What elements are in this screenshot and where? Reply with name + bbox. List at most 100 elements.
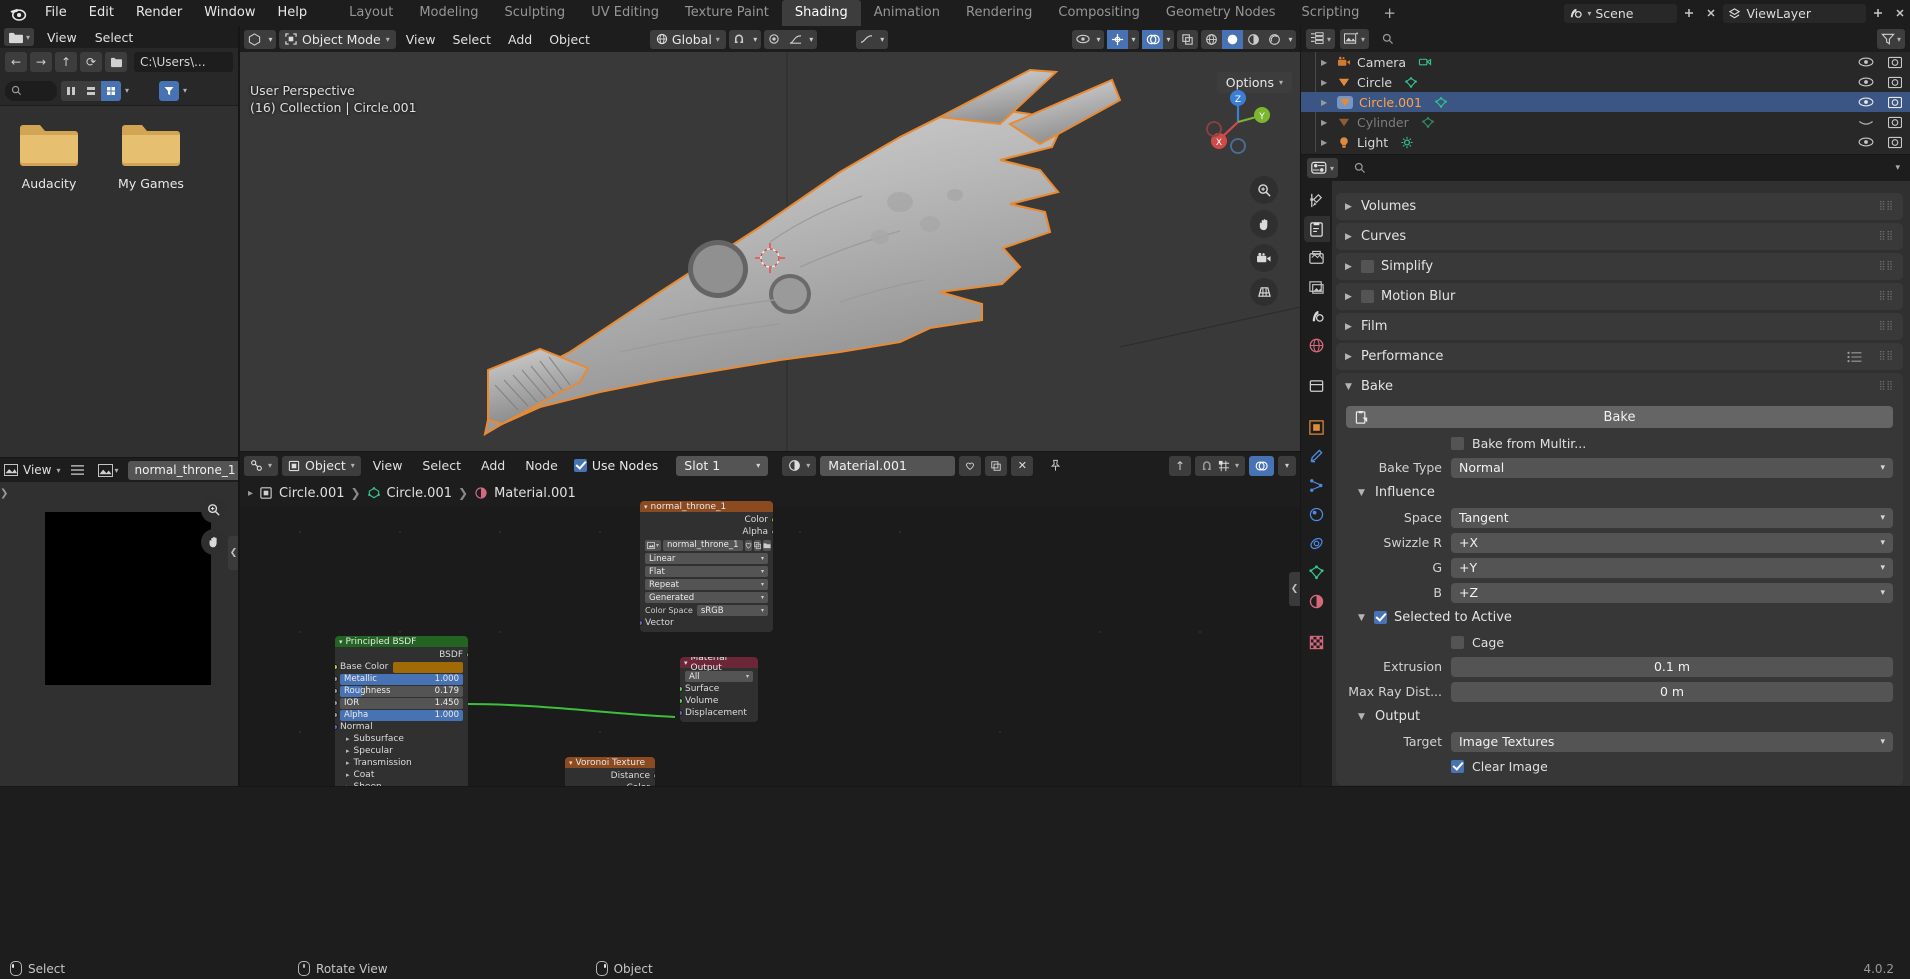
chevron-down-icon[interactable]: ▾ [56,466,60,475]
overlays-toggle[interactable] [1249,455,1274,476]
navigation-gizmo[interactable]: Z Y X [1202,86,1274,158]
pan-hand-icon[interactable] [1250,210,1278,238]
socket-ior[interactable] [335,700,338,706]
extrusion-field[interactable]: 0.1 m [1451,656,1893,677]
swizzle-g-dropdown[interactable]: +Y ▾ [1451,557,1893,578]
influence-subpanel-header[interactable]: ▼ Influence [1346,480,1893,505]
folder-item[interactable]: Audacity [10,120,88,191]
gizmo-icon[interactable] [1107,29,1128,49]
filter-button[interactable]: ▾ [1876,29,1905,49]
socket-color[interactable] [770,517,773,523]
basecolor-row[interactable]: Base Color [335,661,468,673]
nav-back-button[interactable]: ← [5,52,27,72]
hide-in-viewport-icon[interactable] [1858,76,1874,88]
roughness-row[interactable]: Roughness 0.179 [335,685,468,697]
socket-displacement[interactable] [680,710,683,716]
socket-alpha[interactable] [770,529,773,535]
disable-in-renders-icon[interactable] [1888,76,1902,89]
panel-header[interactable]: ▶ Curves ⣿⣿ [1336,223,1903,250]
cage-row[interactable]: Cage [1346,630,1893,654]
proportional-editing-group[interactable]: ▾ [763,29,817,49]
image-menu-icon[interactable] [70,464,85,476]
new-scene-button[interactable] [1679,4,1699,23]
drag-dots-icon[interactable]: ⣿⣿ [1879,232,1894,241]
new-material-button[interactable] [985,455,1008,476]
interaction-mode-selector[interactable]: Object Mode ▾ [279,29,396,49]
material-slot-selector[interactable]: Slot 1 ▾ [676,455,769,476]
drag-dots-icon[interactable]: ⣿⣿ [1879,352,1894,361]
editor-type-selector[interactable]: ▾ [244,455,279,476]
image-datablock-row[interactable]: ▾ normal_throne_1 ✕ [640,538,773,552]
node-output-bsdf[interactable]: BSDF [335,649,468,661]
tab-object[interactable] [1304,414,1330,440]
image-name-field[interactable]: normal_throne_1 [663,539,743,551]
chevron-down-icon[interactable]: ▾ [1895,163,1904,173]
shading-mode-group[interactable]: ▾ [1201,29,1296,49]
unlink-scene-button[interactable] [1701,4,1721,23]
magnet-icon[interactable] [729,30,750,49]
xray-toggle[interactable] [1177,29,1198,49]
display-thumbnails-icon[interactable] [101,80,121,101]
menu-render[interactable]: Render [125,0,193,26]
falloff-curve-icon[interactable] [785,30,806,49]
falloff-toggle[interactable]: ▾ [855,29,888,49]
camera-view-icon[interactable] [1250,244,1278,272]
tab-collection[interactable] [1304,373,1330,399]
sidebar-collapse-arrow[interactable]: ❮ [1289,572,1300,606]
disable-in-renders-icon[interactable] [1888,116,1902,129]
metallic-field[interactable]: Metallic 1.000 [340,673,463,685]
snap-group[interactable]: ▾ [1194,455,1245,476]
filter-funnel-icon[interactable] [159,80,180,101]
tab-layout[interactable]: Layout [336,0,406,26]
tab-texture[interactable] [1304,629,1330,655]
ior-row[interactable]: IOR 1.450 [335,697,468,709]
drag-dots-icon[interactable]: ⣿⣿ [1879,382,1894,391]
fb-menu-select[interactable]: Select [90,30,139,45]
tab-scripting[interactable]: Scripting [1289,0,1373,26]
hide-in-viewport-icon[interactable] [1858,116,1874,128]
refresh-button[interactable]: ⟳ [80,52,102,72]
socket-base-color[interactable] [335,664,338,670]
socket-surface[interactable] [680,686,683,692]
output-subpanel-header[interactable]: ▼ Output [1346,704,1893,729]
editor-type-selector[interactable]: ▾ [1307,158,1339,178]
preset-list-icon[interactable] [1847,351,1863,363]
drag-dots-icon[interactable]: ⣿⣿ [1879,322,1894,331]
drag-dots-icon[interactable]: ⣿⣿ [1879,202,1894,211]
menu-window[interactable]: Window [193,0,266,26]
unlink-material-button[interactable]: ✕ [1011,455,1034,476]
image-editor-canvas[interactable]: ❮ ❯ [0,482,238,786]
zoom-icon[interactable] [1250,176,1278,204]
properties-search-input[interactable] [1346,158,1522,178]
outliner-row-camera[interactable]: ▶ Camera [1301,52,1910,72]
drag-dots-icon[interactable]: ⣿⣿ [1879,292,1894,301]
editor-3dview-icon[interactable] [244,30,265,49]
target-row[interactable]: All ▾ [680,670,758,683]
chevron-down-icon[interactable]: ▾ [806,30,817,49]
panel-header[interactable]: ▶ Volumes ⣿⣿ [1336,193,1903,220]
editor-type-selector[interactable]: ▾ [244,29,276,49]
panel-film[interactable]: ▶ Film ⣿⣿ [1336,313,1903,340]
collapse-icon[interactable]: ▾ [339,638,343,646]
display-mode-group[interactable] [61,80,121,101]
clear-image-checkbox[interactable] [1451,759,1464,773]
duplicate-icon[interactable] [753,539,761,551]
tab-scene[interactable] [1304,303,1330,329]
transform-orientation-selector[interactable]: Global ▾ [649,29,726,49]
outliner-search-input[interactable] [1374,29,1615,49]
material-output-node[interactable]: ▾ Material Output All ▾ Surface Volume D… [680,657,758,722]
displacement-input-row[interactable]: Displacement [680,707,758,719]
socket-vector[interactable] [640,620,643,626]
normal-row[interactable]: Normal [335,721,468,733]
sh-menu-view[interactable]: View [365,458,411,473]
collapse-icon[interactable]: ▾ [569,759,573,767]
xray-icon[interactable] [1177,30,1198,49]
socket-bsdf[interactable] [465,652,468,658]
socket-metallic[interactable] [335,676,338,682]
projection-field[interactable]: Flat ▾ [645,566,768,577]
expand-triangle-icon[interactable]: ▶ [1321,138,1331,147]
scene-selector[interactable]: ▾ Scene [1564,3,1678,23]
socket-normal[interactable] [335,724,338,730]
metallic-row[interactable]: Metallic 1.000 [335,673,468,685]
menu-file[interactable]: File [34,0,78,26]
